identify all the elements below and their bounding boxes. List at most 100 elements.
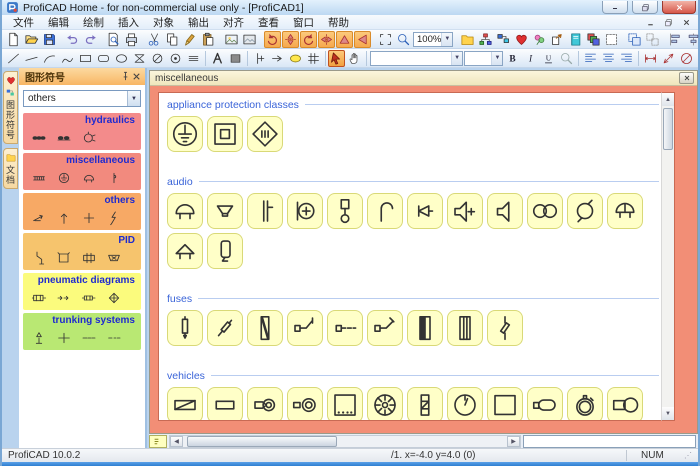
category-dropdown[interactable]: others ▼: [23, 90, 141, 107]
toolbar-button-flower[interactable]: [531, 31, 548, 48]
toolbar-button-ellipse[interactable]: [113, 50, 130, 67]
toolbar-button-flip-v[interactable]: [282, 31, 299, 48]
scroll-up-icon[interactable]: ▲: [662, 93, 674, 106]
minimize-button[interactable]: [602, 1, 628, 14]
symbol-tile-fuse-8[interactable]: [447, 310, 483, 346]
sidebar-tab-documents[interactable]: 文档: [3, 148, 18, 189]
font-size-combobox[interactable]: ▼: [464, 51, 503, 66]
symbol-tile-veh-box[interactable]: [487, 387, 523, 421]
toolbar-button-roundrect[interactable]: [95, 50, 112, 67]
symbol-tile-dome-speaker[interactable]: [167, 193, 203, 229]
resize-grip[interactable]: ⋰: [684, 451, 698, 460]
symbol-tile-veh-socket[interactable]: [287, 387, 323, 421]
toolbar-button-image2[interactable]: [241, 31, 258, 48]
horizontal-scroll-thumb[interactable]: [187, 436, 337, 447]
symbol-tile-fuse-4[interactable]: [287, 310, 323, 346]
toolbar-button-yellow-ellipse[interactable]: [287, 50, 304, 67]
toolbar-button-hier[interactable]: [477, 31, 494, 48]
symbol-tile-veh-zigzag-box[interactable]: [407, 387, 443, 421]
symbol-tile-microphone[interactable]: [287, 193, 323, 229]
scroll-right-icon[interactable]: ▶: [507, 436, 520, 447]
symbol-tile-veh-capsule[interactable]: [527, 387, 563, 421]
toolbar-button-text-center[interactable]: [600, 50, 617, 67]
page-name-box[interactable]: [523, 435, 696, 448]
toolbar-button-tri-left[interactable]: [354, 31, 371, 48]
symbol-tile-veh-resistor-diag[interactable]: [167, 387, 203, 421]
symbol-tile-earpiece[interactable]: [367, 193, 403, 229]
toolbar-button-arc[interactable]: [41, 50, 58, 67]
toolbar-button-select[interactable]: [328, 50, 345, 67]
symbol-tile-fuse-6[interactable]: [367, 310, 403, 346]
menu-item-3[interactable]: 插入: [111, 17, 146, 29]
toolbar-button-fillrect[interactable]: [227, 50, 244, 67]
symbol-tile-veh-gauge[interactable]: [567, 387, 603, 421]
toolbar-button-circle-dot[interactable]: [167, 50, 184, 67]
menu-item-8[interactable]: 窗口: [286, 17, 321, 29]
toolbar-button-text-left[interactable]: [582, 50, 599, 67]
category-card-PID[interactable]: PID: [23, 233, 141, 270]
menu-item-1[interactable]: 编辑: [41, 17, 76, 29]
toolbar-button-zoom-area[interactable]: [377, 31, 394, 48]
toolbar-button-export[interactable]: [549, 31, 566, 48]
toolbar-button-hand[interactable]: [346, 50, 363, 67]
menu-item-7[interactable]: 查看: [251, 17, 286, 29]
toolbar-button-italic[interactable]: I: [522, 50, 539, 67]
toolbar-button-painter[interactable]: [182, 31, 199, 48]
category-card-trunking-systems[interactable]: trunking systems: [23, 313, 141, 350]
symbol-tile-dome-stand[interactable]: [607, 193, 643, 229]
category-card-pneumatic-diagrams[interactable]: pneumatic diagrams: [23, 273, 141, 310]
toolbar-button-frame[interactable]: [603, 31, 620, 48]
symbol-tile-headphones[interactable]: [527, 193, 563, 229]
toolbar-button-align-center-h[interactable]: [685, 31, 700, 48]
toolbar-button-undo[interactable]: [64, 31, 81, 48]
symbol-tile-class-iii[interactable]: [247, 116, 283, 152]
toolbar-button-lines[interactable]: [185, 50, 202, 67]
toolbar-button-print[interactable]: [123, 31, 140, 48]
toolbar-button-align-left[interactable]: [667, 31, 684, 48]
document-title-bar[interactable]: miscellaneous: [150, 71, 697, 86]
toolbar-button-preview[interactable]: [105, 31, 122, 48]
symbol-tile-handset[interactable]: [207, 233, 243, 269]
symbol-tile-protection-earth[interactable]: [167, 116, 203, 152]
zoom-level-combobox[interactable]: 100%▼: [413, 32, 453, 47]
toolbar-button-text-right[interactable]: [618, 50, 635, 67]
scroll-left-icon[interactable]: ◀: [170, 436, 183, 447]
toolbar-button-curve[interactable]: [59, 50, 76, 67]
symbol-tile-veh-fan[interactable]: [367, 387, 403, 421]
symbol-tile-fuse-9[interactable]: [487, 310, 523, 346]
toolbar-button-dim[interactable]: [642, 50, 659, 67]
toolbar-button-group[interactable]: [626, 31, 643, 48]
toolbar-button-line2[interactable]: [23, 50, 40, 67]
toolbar-button-gate[interactable]: [251, 50, 268, 67]
toolbar-button-tri-up[interactable]: [336, 31, 353, 48]
toolbar-button-book[interactable]: [567, 31, 584, 48]
horizontal-scrollbar[interactable]: ◀ ▶: [169, 435, 521, 448]
toolbar-button-open[interactable]: [23, 31, 40, 48]
symbol-tile-fuse-5[interactable]: [327, 310, 363, 346]
menu-item-4[interactable]: 对象: [146, 17, 181, 29]
toolbar-button-copy[interactable]: [164, 31, 181, 48]
toolbar-button-image[interactable]: [223, 31, 240, 48]
toolbar-button-text[interactable]: [209, 50, 226, 67]
toolbar-button-zoom[interactable]: [395, 31, 412, 48]
toolbar-button-hatch[interactable]: [305, 50, 322, 67]
toolbar-button-layers[interactable]: [585, 31, 602, 48]
symbol-tile-tent[interactable]: [167, 233, 203, 269]
mdi-minimize-button[interactable]: [642, 16, 658, 28]
document-close-button[interactable]: [679, 72, 694, 84]
toolbar-button-heart[interactable]: [513, 31, 530, 48]
toolbar-button-rot-right[interactable]: [300, 31, 317, 48]
symbol-tile-veh-box-dots[interactable]: [327, 387, 363, 421]
category-card-miscellaneous[interactable]: miscellaneous: [23, 153, 141, 190]
menu-item-2[interactable]: 绘制: [76, 17, 111, 29]
symbol-tile-mic-stand[interactable]: [327, 193, 363, 229]
toolbar-button-folder[interactable]: [459, 31, 476, 48]
category-card-hydraulics[interactable]: hydraulics: [23, 113, 141, 150]
toolbar-button-ungroup[interactable]: [644, 31, 661, 48]
menu-item-0[interactable]: 文件: [6, 17, 41, 29]
toolbar-button-new[interactable]: [5, 31, 22, 48]
sidebar-tab-symbols[interactable]: 图形符号: [3, 71, 18, 144]
symbol-tile-class-ii[interactable]: [207, 116, 243, 152]
symbol-tile-speaker[interactable]: [487, 193, 523, 229]
toolbar-button-rect[interactable]: [77, 50, 94, 67]
